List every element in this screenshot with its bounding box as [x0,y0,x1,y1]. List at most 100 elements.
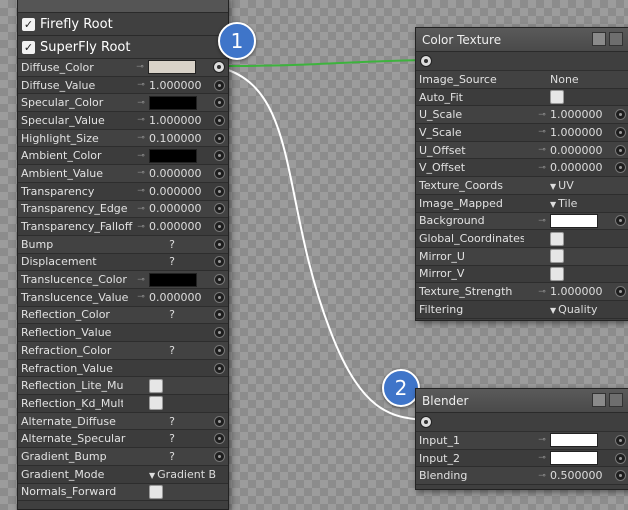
link-icon[interactable]: ⊸ [133,80,149,90]
param-row-gradient-bump[interactable]: Gradient_Bump? [18,448,228,466]
output-port-icon[interactable] [213,61,225,74]
color-swatch[interactable] [148,60,210,75]
param-value-field[interactable]: 0.500000 [550,469,612,482]
param-row-alternate-specular[interactable]: Alternate_Specular? [18,430,228,449]
param-row-mirror-v[interactable]: Mirror_V [416,265,628,284]
param-dropdown[interactable]: UV [550,179,612,192]
input-port-icon[interactable] [615,144,626,156]
param-value-field[interactable]: 1.000000 [550,108,612,121]
input-port-icon[interactable] [615,286,626,298]
input-port-icon[interactable] [214,291,225,303]
input-port-icon[interactable] [615,162,626,174]
output-port-icon[interactable] [420,55,432,67]
link-icon[interactable]: ⊸ [133,292,149,302]
param-unset-value[interactable]: ? [149,415,211,428]
param-dropdown[interactable]: Quality [550,303,612,316]
param-row-refraction-value[interactable]: Refraction_Value [18,359,228,378]
param-dropdown[interactable]: Tile [550,197,612,210]
param-row-displacement[interactable]: Displacement? [18,253,228,272]
param-row-reflection-kd-mult[interactable]: Reflection_Kd_Mult [18,395,228,413]
link-icon[interactable]: ⊸ [132,62,148,72]
input-port-icon[interactable] [214,238,225,250]
param-row-transparency-falloff[interactable]: Transparency_Falloff ⊸ 0.000000 [18,218,228,236]
checkbox-icon[interactable] [550,249,564,264]
checkbox-icon[interactable]: ✓ [22,40,35,54]
param-unset-value[interactable]: ? [149,238,211,251]
link-icon[interactable]: ⊸ [534,163,550,173]
input-port-icon[interactable] [615,109,626,121]
param-unset-value[interactable]: ? [149,344,211,357]
link-icon[interactable]: ⊸ [133,133,149,143]
link-icon[interactable]: ⊸ [534,216,550,226]
param-row-translucence-color[interactable]: Translucence_Color ⊸ [18,271,228,289]
output-port-icon[interactable] [420,416,432,428]
input-port-icon[interactable] [214,274,225,286]
link-icon[interactable]: ⊸ [133,151,149,161]
param-value-field[interactable]: 0.000000 [149,185,211,198]
input-port-icon[interactable] [615,126,626,138]
input-port-icon[interactable] [214,415,225,427]
param-checkbox[interactable] [139,484,211,499]
param-value-field[interactable]: 1.000000 [550,285,612,298]
node-options-icon[interactable] [592,32,606,46]
color-swatch[interactable] [149,95,211,110]
param-row-diffuse-value[interactable]: Diffuse_Value ⊸ 1.000000 [18,76,228,95]
param-value-field[interactable]: 1.000000 [149,79,211,92]
param-unset-value[interactable]: ? [149,308,211,321]
param-value-field[interactable]: 0.000000 [149,291,211,304]
param-value-field[interactable]: 0.000000 [149,167,211,180]
input-port-icon[interactable] [214,362,225,374]
param-checkbox[interactable] [540,249,612,264]
param-value-field[interactable]: 0.000000 [149,220,211,233]
param-value-field[interactable]: 0.000000 [149,202,211,215]
input-port-icon[interactable] [214,150,225,162]
link-icon[interactable]: ⊸ [133,98,149,108]
link-icon[interactable]: ⊸ [534,435,550,445]
param-checkbox[interactable] [540,266,612,281]
param-row-blending[interactable]: Blending ⊸ 0.500000 [416,467,628,486]
link-icon[interactable]: ⊸ [534,110,550,120]
param-row-ambient-value[interactable]: Ambient_Value ⊸ 0.000000 [18,165,228,183]
node-refresh-icon[interactable] [609,393,623,407]
checkbox-icon[interactable]: ✓ [22,17,35,31]
param-unset-value[interactable]: ? [149,255,211,268]
link-icon[interactable]: ⊸ [534,127,550,137]
input-port-icon[interactable] [214,450,225,462]
color-swatch[interactable] [550,433,612,448]
param-row-reflection-value[interactable]: Reflection_Value [18,324,228,342]
param-row-auto-fit[interactable]: Auto_Fit [416,88,628,107]
input-port-icon[interactable] [615,452,626,464]
param-row-translucence-value[interactable]: Translucence_Value ⊸ 0.000000 [18,288,228,307]
param-value-field[interactable]: 0.000000 [550,161,612,174]
param-row-transparency[interactable]: Transparency ⊸ 0.000000 [18,182,228,201]
param-checkbox[interactable] [540,231,612,246]
param-row-transparency-edge[interactable]: Transparency_Edge ⊸ 0.000000 [18,200,228,219]
firefly-root-header[interactable]: ✓ Firefly Root [18,13,228,36]
input-port-icon[interactable] [214,221,225,233]
blender-node[interactable]: Blender Input_1 ⊸ Input_2 ⊸ Blending ⊸ 0.50000… [415,388,628,490]
param-row-ambient-color[interactable]: Ambient_Color ⊸ [18,147,228,166]
param-row-mirror-u[interactable]: Mirror_U [416,247,628,266]
param-row-u-offset[interactable]: U_Offset ⊸ 0.000000 [416,141,628,160]
param-row-bump[interactable]: Bump? [18,235,228,254]
param-row-specular-color[interactable]: Specular_Color ⊸ [18,94,228,113]
param-row-texture-strength[interactable]: Texture_Strength ⊸ 1.000000 [416,283,628,301]
color-swatch-fill[interactable] [550,451,598,466]
link-icon[interactable]: ⊸ [534,471,550,481]
link-icon[interactable]: ⊸ [133,275,149,285]
param-row-specular-value[interactable]: Specular_Value ⊸ 1.000000 [18,112,228,130]
checkbox-icon[interactable] [149,378,163,393]
input-port-icon[interactable] [214,327,225,339]
param-unset-value[interactable]: ? [149,450,211,463]
input-port-icon[interactable] [214,114,225,126]
input-port-icon[interactable] [214,256,225,268]
param-row-image-source[interactable]: Image_Source None [416,71,628,89]
link-icon[interactable]: ⊸ [133,115,149,125]
param-value-field[interactable]: 1.000000 [550,126,612,139]
param-row-texture-coords[interactable]: Texture_Coords UV [416,177,628,195]
color-swatch-fill[interactable] [149,272,197,287]
param-row-diffuse-color[interactable]: Diffuse_Color ⊸ [18,59,228,77]
input-port-icon[interactable] [214,344,225,356]
input-port-icon[interactable] [214,185,225,197]
color-swatch[interactable] [550,213,612,228]
